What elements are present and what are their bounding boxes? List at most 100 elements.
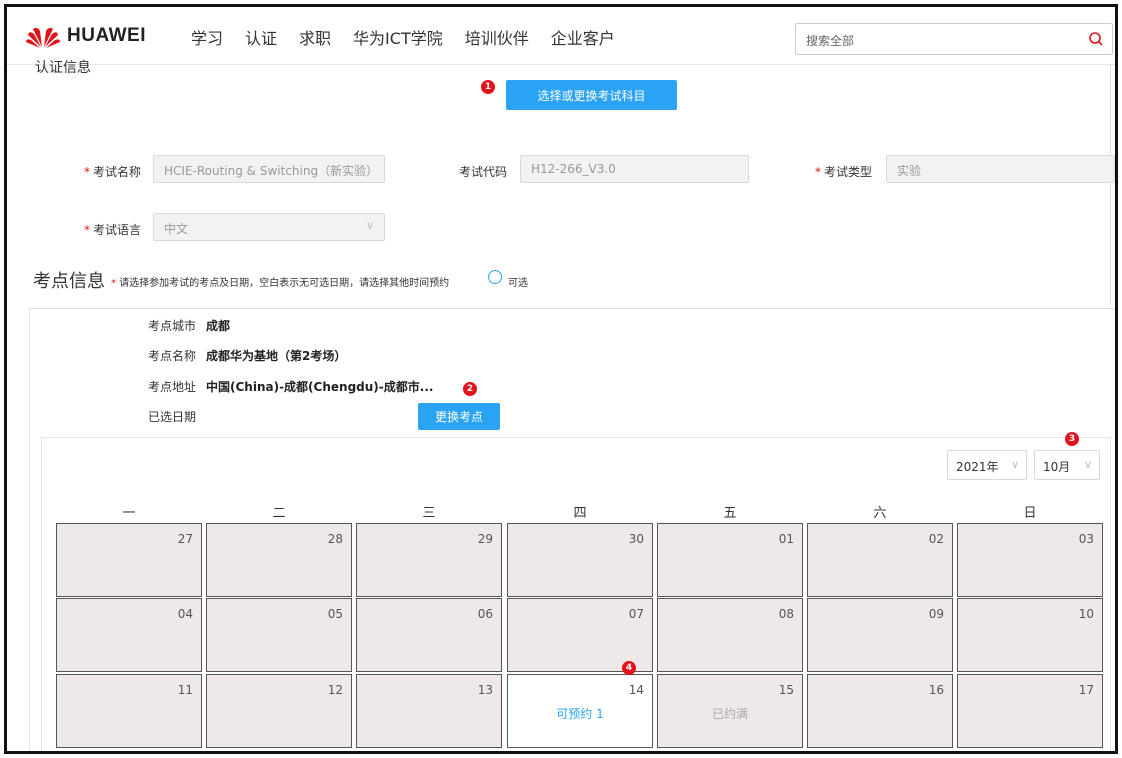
- step-badge-1: 1: [481, 80, 495, 94]
- page-frame: HUAWEI 学习 认证 求职 华为ICT学院 培训伙伴 企业客户 搜索全部 认…: [4, 4, 1118, 754]
- exam-language-label: * 考试语言: [84, 223, 142, 237]
- search-icon[interactable]: [1088, 31, 1104, 47]
- vertical-divider: [1110, 65, 1111, 305]
- day-number: 08: [778, 607, 794, 621]
- calendar-day-cell: 02: [807, 523, 953, 597]
- calendar-day-cell: 03: [957, 523, 1103, 597]
- exam-language-select[interactable]: 中文 ∨: [153, 213, 385, 241]
- nav-item-training-partner[interactable]: 培训伙伴: [465, 25, 529, 49]
- calendar-day-cell: 11: [56, 674, 202, 748]
- calendar-day-cell: 15 已约满: [657, 674, 803, 748]
- day-number: 02: [928, 532, 944, 546]
- step-badge-4: 4: [622, 661, 636, 675]
- site-address-value: 中国(China)-成都(Chengdu)-成都市...: [206, 380, 434, 394]
- booking-calendar: 2021年 ∨ 3 10月 ∨ 一 二 三 四 五 六 日 27 28 29 30 01 02 03 04…: [41, 432, 1111, 751]
- nav-item-learn[interactable]: 学习: [191, 25, 223, 49]
- exam-type-label: * 考试类型: [815, 165, 873, 179]
- exam-code-label: 考试代码: [459, 165, 508, 179]
- site-name-value: 成都华为基地（第2考场）: [206, 349, 347, 363]
- main-content: 认证信息 1 选择或更换考试科目 * 考试名称 HCIE-Routing & Sw…: [7, 60, 1115, 751]
- month-value: 10月: [1043, 460, 1071, 474]
- section-divider: [29, 308, 1115, 309]
- calendar-day-cell: 05: [206, 598, 352, 672]
- day-number: 14: [628, 683, 644, 697]
- available-legend-label: 可选: [508, 278, 528, 289]
- exam-code-field[interactable]: H12-266_V3.0: [520, 155, 749, 183]
- weekday-label: 三: [422, 506, 436, 521]
- site-section-title: 考点信息: [33, 271, 105, 292]
- huawei-logo[interactable]: HUAWEI: [25, 21, 146, 51]
- nav-item-certification[interactable]: 认证: [245, 25, 277, 49]
- weekday-label: 六: [873, 506, 887, 521]
- calendar-day-cell: 29: [356, 523, 502, 597]
- exam-type-field[interactable]: 实验: [886, 155, 1115, 183]
- calendar-day-cell: 16: [807, 674, 953, 748]
- calendar-day-cell: 27: [56, 523, 202, 597]
- weekday-label: 五: [723, 506, 737, 521]
- calendar-day-cell: 13: [356, 674, 502, 748]
- main-nav: 学习 认证 求职 华为ICT学院 培训伙伴 企业客户: [191, 25, 637, 49]
- calendar-day-cell: 04: [56, 598, 202, 672]
- day-number: 10: [1078, 607, 1094, 621]
- availability-status: 可预约 1: [556, 707, 604, 721]
- weekday-label: 日: [1023, 506, 1037, 521]
- section-left-rule: [29, 308, 30, 751]
- change-site-button[interactable]: 更换考点: [418, 403, 500, 430]
- day-number: 01: [778, 532, 794, 546]
- huawei-flower-icon: [26, 27, 60, 48]
- day-number: 13: [477, 683, 493, 697]
- search-placeholder: 搜索全部: [806, 34, 855, 48]
- calendar-day-cell: 12: [206, 674, 352, 748]
- step-badge-3: 3: [1065, 432, 1079, 446]
- exam-name-field[interactable]: HCIE-Routing & Switching（新实验）: [153, 155, 385, 183]
- calendar-day-cell: 01: [657, 523, 803, 597]
- cert-section-title: 认证信息: [35, 60, 91, 76]
- site-name-label: 考点名称: [148, 349, 197, 363]
- day-number: 06: [477, 607, 493, 621]
- month-select[interactable]: 10月 ∨: [1034, 450, 1100, 480]
- calendar-day-cell: 10: [957, 598, 1103, 672]
- site-address-label: 考点地址: [148, 380, 197, 394]
- exam-name-label: * 考试名称: [84, 165, 142, 179]
- year-value: 2021年: [956, 460, 999, 474]
- nav-item-jobs[interactable]: 求职: [299, 25, 331, 49]
- day-number: 03: [1078, 532, 1094, 546]
- day-number: 09: [928, 607, 944, 621]
- day-number: 17: [1078, 683, 1094, 697]
- calendar-day-cell[interactable]: 14 可预约 1: [507, 674, 653, 748]
- nav-item-ict-academy[interactable]: 华为ICT学院: [353, 25, 443, 49]
- year-select[interactable]: 2021年 ∨: [947, 450, 1027, 480]
- chevron-down-icon: ∨: [1010, 458, 1019, 471]
- weekday-label: 一: [122, 506, 136, 521]
- calendar-day-cell: 30: [507, 523, 653, 597]
- day-number: 30: [628, 532, 644, 546]
- day-number: 07: [628, 607, 644, 621]
- day-number: 16: [928, 683, 944, 697]
- step-badge-2: 2: [463, 382, 477, 396]
- weekday-label: 四: [573, 506, 587, 521]
- day-number: 29: [477, 532, 493, 546]
- day-number: 15: [778, 683, 794, 697]
- day-number: 27: [177, 532, 193, 546]
- day-number: 11: [177, 683, 193, 697]
- select-exam-button[interactable]: 选择或更换考试科目: [506, 80, 677, 110]
- site-city-value: 成都: [206, 319, 231, 333]
- day-number: 28: [327, 532, 343, 546]
- day-number: 05: [327, 607, 343, 621]
- calendar-day-cell: 28: [206, 523, 352, 597]
- search-input[interactable]: 搜索全部: [795, 23, 1113, 55]
- calendar-day-cell: 17: [957, 674, 1103, 748]
- exam-language-value: 中文: [164, 222, 189, 236]
- selected-date-label: 已选日期: [148, 410, 197, 424]
- chevron-down-icon: ∨: [365, 219, 374, 232]
- site-city-label: 考点城市: [148, 319, 197, 333]
- day-number: 12: [327, 683, 343, 697]
- logo-text: HUAWEI: [67, 25, 146, 46]
- fully-booked-status: 已约满: [711, 707, 748, 721]
- calendar-day-cell: 06: [356, 598, 502, 672]
- chevron-down-icon: ∨: [1083, 458, 1092, 471]
- nav-item-enterprise[interactable]: 企业客户: [551, 25, 615, 49]
- site-note: * 请选择参加考试的考点及日期，空白表示无可选日期，请选择其他时间预约: [111, 278, 450, 289]
- day-number: 04: [177, 607, 193, 621]
- weekday-label: 二: [272, 506, 286, 521]
